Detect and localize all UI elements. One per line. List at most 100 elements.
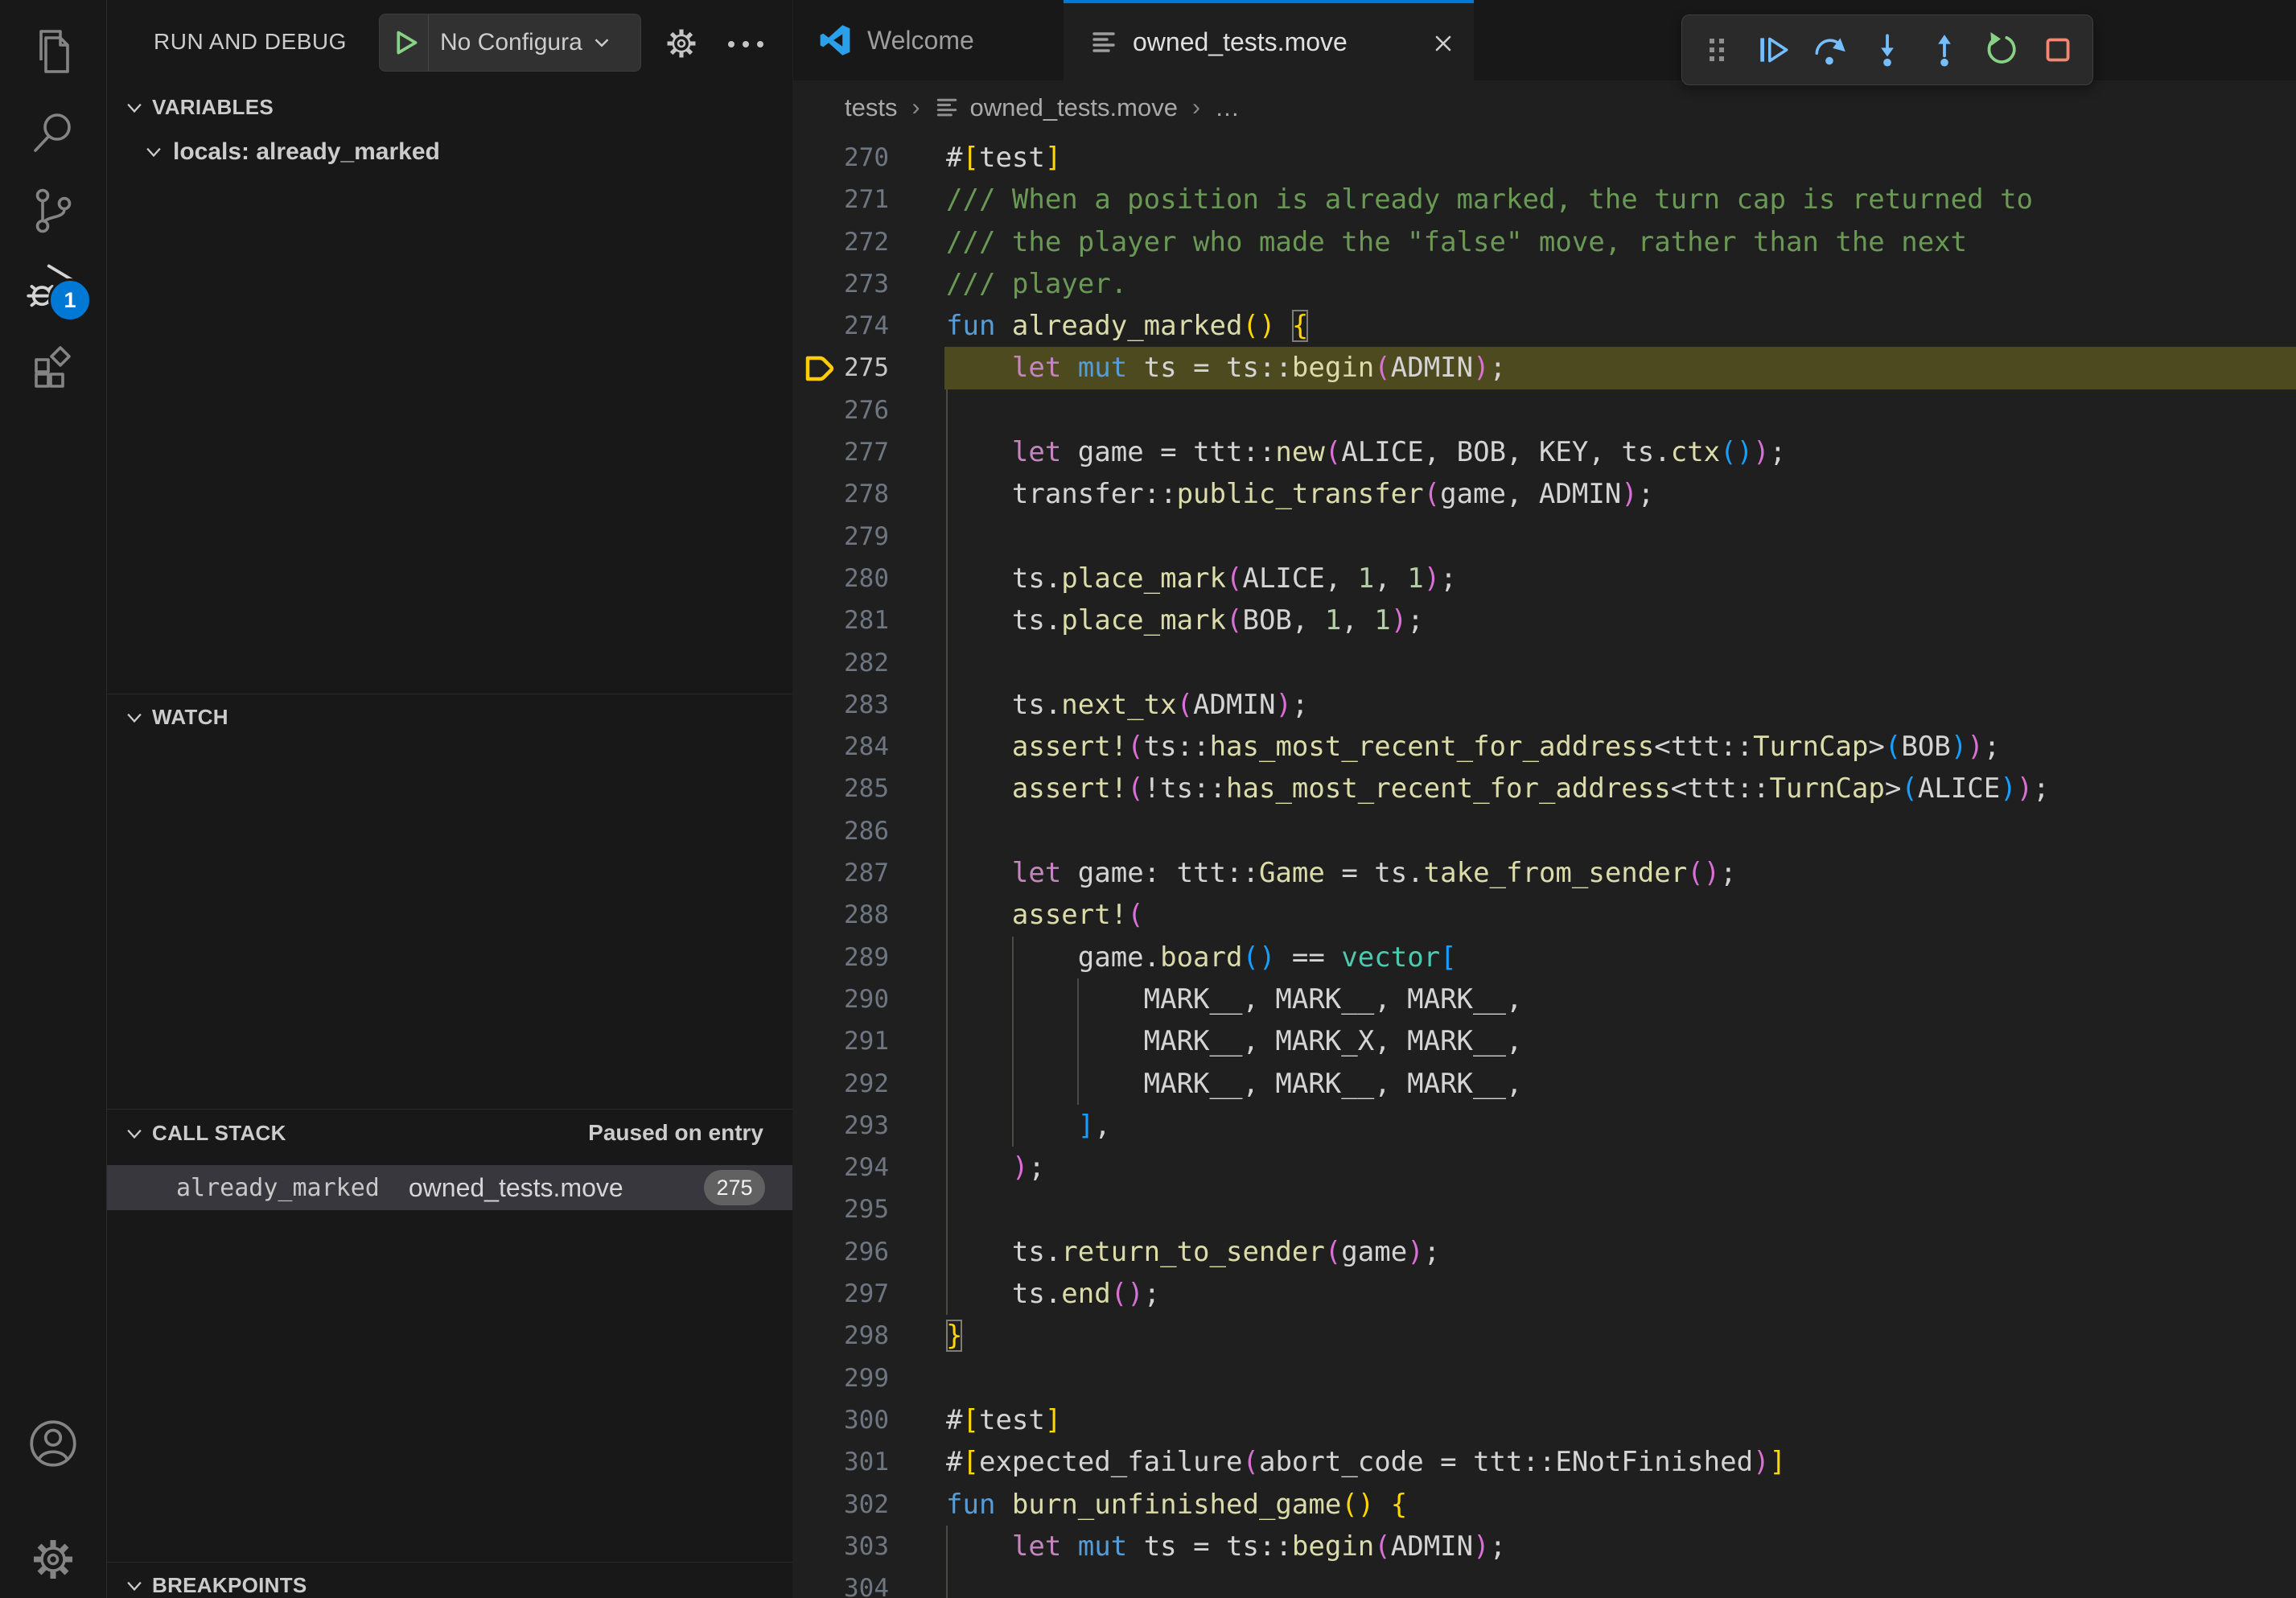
- code-line[interactable]: 281 ts.place_mark(BOB, 1, 1);: [793, 599, 2296, 641]
- line-number[interactable]: 288: [793, 894, 889, 936]
- debug-step-out-button[interactable]: [1922, 27, 1967, 72]
- variables-scope-locals[interactable]: locals: already_marked: [142, 138, 440, 166]
- line-number[interactable]: 299: [793, 1357, 889, 1399]
- code-line[interactable]: 294 );: [793, 1147, 2296, 1188]
- line-number[interactable]: 281: [793, 599, 889, 641]
- code-line[interactable]: 287 let game: ttt::Game = ts.take_from_s…: [793, 852, 2296, 894]
- line-number[interactable]: 277: [793, 431, 889, 473]
- accounts-button[interactable]: [0, 1406, 106, 1481]
- debug-continue-button[interactable]: [1751, 27, 1796, 72]
- debug-configuration-picker[interactable]: No Configura: [379, 14, 641, 72]
- tab-owned-tests-move[interactable]: owned_tests.move: [1064, 0, 1474, 81]
- code-line[interactable]: 290 MARK__, MARK__, MARK__,: [793, 978, 2296, 1020]
- line-number[interactable]: 275: [793, 347, 889, 389]
- code-line[interactable]: 278 transfer::public_transfer(game, ADMI…: [793, 473, 2296, 515]
- line-number[interactable]: 304: [793, 1567, 889, 1598]
- line-number[interactable]: 294: [793, 1147, 889, 1188]
- code-line[interactable]: 277 let game = ttt::new(ALICE, BOB, KEY,…: [793, 431, 2296, 473]
- line-number[interactable]: 283: [793, 684, 889, 726]
- panel-gear-button[interactable]: [662, 24, 701, 67]
- line-number[interactable]: 298: [793, 1315, 889, 1357]
- line-number[interactable]: 282: [793, 642, 889, 684]
- line-number[interactable]: 301: [793, 1441, 889, 1483]
- code-line[interactable]: 285 assert!(!ts::has_most_recent_for_add…: [793, 768, 2296, 809]
- sidebar-item-extensions[interactable]: [0, 328, 106, 402]
- line-number[interactable]: 293: [793, 1105, 889, 1147]
- line-number[interactable]: 271: [793, 179, 889, 220]
- debug-step-over-button[interactable]: [1808, 27, 1853, 72]
- section-breakpoints[interactable]: BREAKPOINTS: [123, 1573, 307, 1598]
- code-line[interactable]: 273/// player.: [793, 263, 2296, 305]
- code-line[interactable]: 299: [793, 1357, 2296, 1399]
- line-number[interactable]: 280: [793, 558, 889, 599]
- line-number[interactable]: 276: [793, 389, 889, 431]
- line-content: ts.end();: [946, 1273, 1160, 1315]
- tab-welcome[interactable]: Welcome: [793, 0, 1064, 80]
- code-line[interactable]: 291 MARK__, MARK_X, MARK__,: [793, 1020, 2296, 1062]
- line-number[interactable]: 286: [793, 810, 889, 852]
- code-line[interactable]: 301#[expected_failure(abort_code = ttt::…: [793, 1441, 2296, 1483]
- sidebar-item-run-and-debug[interactable]: 1: [0, 249, 106, 323]
- line-number[interactable]: 273: [793, 263, 889, 305]
- line-number[interactable]: 285: [793, 768, 889, 809]
- code-line[interactable]: 272/// the player who made the "false" m…: [793, 221, 2296, 263]
- code-line[interactable]: 288 assert!(: [793, 894, 2296, 936]
- line-number[interactable]: 284: [793, 726, 889, 768]
- debug-restart-button[interactable]: [1979, 27, 2024, 72]
- section-watch[interactable]: WATCH: [123, 705, 228, 730]
- code-line[interactable]: 271/// When a position is already marked…: [793, 179, 2296, 220]
- code-line[interactable]: 280 ts.place_mark(ALICE, 1, 1);: [793, 558, 2296, 599]
- panel-more-actions-button[interactable]: [725, 34, 767, 59]
- code-line[interactable]: 286: [793, 810, 2296, 852]
- line-number[interactable]: 279: [793, 516, 889, 558]
- line-number[interactable]: 291: [793, 1020, 889, 1062]
- code-line[interactable]: 304: [793, 1567, 2296, 1598]
- line-number[interactable]: 302: [793, 1484, 889, 1526]
- code-line[interactable]: 279: [793, 516, 2296, 558]
- line-number[interactable]: 287: [793, 852, 889, 894]
- section-call-stack[interactable]: CALL STACK: [123, 1121, 286, 1146]
- line-number[interactable]: 303: [793, 1526, 889, 1567]
- callstack-frame-row[interactable]: already_marked owned_tests.move 275: [107, 1165, 792, 1210]
- sidebar-item-source-control[interactable]: [0, 174, 106, 248]
- sidebar-item-explorer[interactable]: [0, 14, 106, 89]
- line-number[interactable]: 289: [793, 937, 889, 978]
- line-number[interactable]: 278: [793, 473, 889, 515]
- close-icon[interactable]: [1427, 27, 1459, 60]
- code-line[interactable]: 289 game.board() == vector[: [793, 937, 2296, 978]
- line-number[interactable]: 296: [793, 1231, 889, 1273]
- debug-stop-button[interactable]: [2035, 27, 2080, 72]
- line-number[interactable]: 292: [793, 1063, 889, 1105]
- code-line[interactable]: 284 assert!(ts::has_most_recent_for_addr…: [793, 726, 2296, 768]
- code-line[interactable]: 300#[test]: [793, 1399, 2296, 1441]
- line-number[interactable]: 300: [793, 1399, 889, 1441]
- breadcrumb-item-file[interactable]: owned_tests.move: [969, 93, 1177, 122]
- code-line[interactable]: 303 let mut ts = ts::begin(ADMIN);: [793, 1526, 2296, 1567]
- code-line[interactable]: 292 MARK__, MARK__, MARK__,: [793, 1063, 2296, 1105]
- code-line[interactable]: 270#[test]: [793, 137, 2296, 179]
- line-number[interactable]: 274: [793, 305, 889, 347]
- code-line[interactable]: 297 ts.end();: [793, 1273, 2296, 1315]
- code-line[interactable]: 302fun burn_unfinished_game() {: [793, 1484, 2296, 1526]
- breadcrumb-item-symbol[interactable]: …: [1215, 93, 1240, 122]
- code-line[interactable]: 295: [793, 1188, 2296, 1230]
- code-line[interactable]: 293 ],: [793, 1105, 2296, 1147]
- code-line[interactable]: 282: [793, 642, 2296, 684]
- code-line[interactable]: 274fun already_marked() {: [793, 305, 2296, 347]
- code-line[interactable]: 276: [793, 389, 2296, 431]
- settings-button[interactable]: [0, 1522, 106, 1596]
- line-number[interactable]: 290: [793, 978, 889, 1020]
- section-variables[interactable]: VARIABLES: [123, 95, 274, 120]
- sidebar-item-search[interactable]: [0, 95, 106, 169]
- code-line[interactable]: 275 let mut ts = ts::begin(ADMIN);: [793, 347, 2296, 389]
- code-line[interactable]: 283 ts.next_tx(ADMIN);: [793, 684, 2296, 726]
- line-number[interactable]: 295: [793, 1188, 889, 1230]
- debug-step-into-button[interactable]: [1865, 27, 1910, 72]
- line-number[interactable]: 272: [793, 221, 889, 263]
- breadcrumb-item-tests[interactable]: tests: [845, 93, 897, 122]
- toolbar-drag-handle[interactable]: [1694, 27, 1739, 72]
- code-line[interactable]: 298}: [793, 1315, 2296, 1357]
- line-number[interactable]: 270: [793, 137, 889, 179]
- code-line[interactable]: 296 ts.return_to_sender(game);: [793, 1231, 2296, 1273]
- line-number[interactable]: 297: [793, 1273, 889, 1315]
